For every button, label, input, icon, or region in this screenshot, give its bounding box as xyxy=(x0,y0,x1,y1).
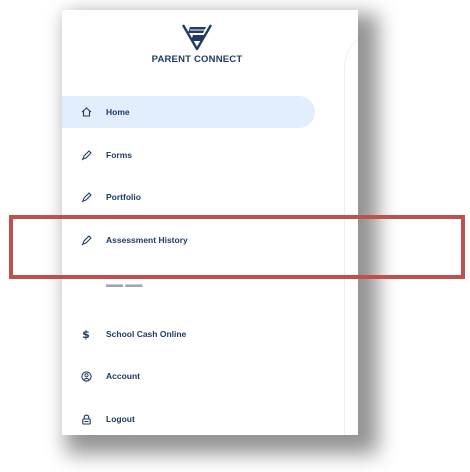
flag-logo-icon xyxy=(181,24,213,51)
pen-icon xyxy=(80,191,92,203)
sidebar-item-account[interactable]: Account xyxy=(62,360,315,392)
brand-name: PARENT CONNECT xyxy=(151,54,243,65)
sidebar-item-label: School Cash Online xyxy=(106,329,187,339)
sidebar-item-forms[interactable]: Forms xyxy=(62,139,315,171)
account-icon xyxy=(80,370,92,382)
sidebar-item-school-cash-online[interactable]: $ School Cash Online xyxy=(62,318,315,350)
sidebar-item-portfolio[interactable]: Portfolio xyxy=(62,181,315,213)
dollar-icon: $ xyxy=(82,327,90,341)
home-icon xyxy=(80,106,92,118)
sidebar-item-label: Forms xyxy=(106,150,132,160)
annotation-highlight-box xyxy=(9,215,465,279)
brand-logo[interactable]: PARENT CONNECT xyxy=(62,22,332,65)
sidebar-item-home[interactable]: Home xyxy=(62,96,315,128)
sidebar-item-label: Logout xyxy=(106,414,135,424)
partially-hidden-nav-item: ▬▬ ▬▬ xyxy=(106,283,143,289)
sidebar-item-label: Portfolio xyxy=(106,192,141,202)
sidebar-item-logout[interactable]: Logout xyxy=(62,403,315,435)
sidebar-item-label: Home xyxy=(106,107,130,117)
lock-icon xyxy=(80,413,92,425)
pen-icon xyxy=(80,149,92,161)
sidebar-item-label: Account xyxy=(106,371,140,381)
